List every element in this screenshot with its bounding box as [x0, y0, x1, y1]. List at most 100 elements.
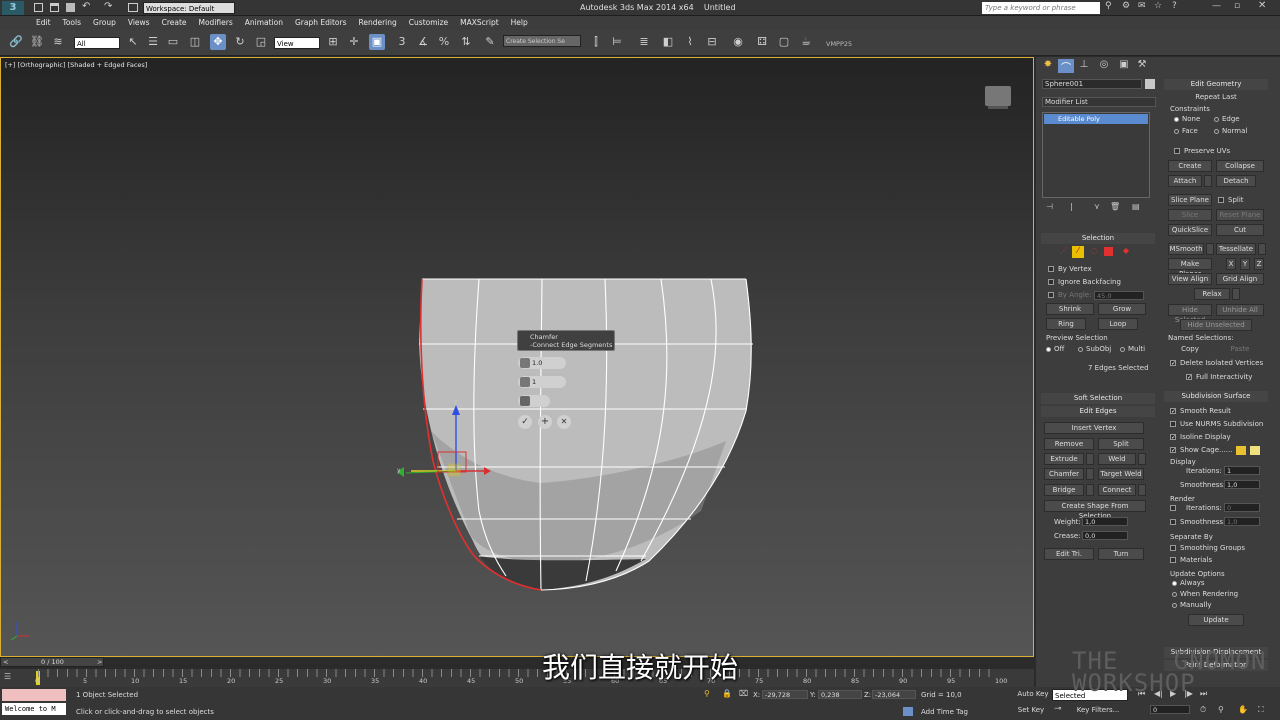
schematic-view-icon[interactable]: ⊟: [704, 34, 720, 50]
viewport[interactable]: [+] [Orthographic] [Shaded + Edged Faces…: [0, 57, 1034, 657]
unlink-icon[interactable]: ⛓: [29, 34, 45, 50]
border-mode-icon[interactable]: ◌: [1088, 246, 1100, 258]
extrude-settings-icon[interactable]: [1086, 453, 1094, 465]
grid-align-button[interactable]: Grid Align: [1216, 273, 1264, 285]
named-selection-set-dropdown[interactable]: Create Selection Se: [503, 35, 581, 47]
delete-isolated-checkbox[interactable]: ✓: [1170, 360, 1176, 367]
connect-button[interactable]: Connect: [1098, 484, 1136, 496]
render-setup-icon[interactable]: ⚃: [754, 34, 770, 50]
use-nurms-checkbox[interactable]: [1170, 421, 1176, 427]
unhide-all-button[interactable]: Unhide All: [1216, 304, 1264, 316]
constraint-edge-radio[interactable]: [1214, 117, 1219, 122]
msmooth-settings-icon[interactable]: [1206, 243, 1214, 255]
planar-y-button[interactable]: Y: [1240, 258, 1250, 270]
hide-unselected-button[interactable]: Hide Unselected: [1180, 319, 1252, 331]
favorites-icon[interactable]: ☆: [1154, 1, 1162, 11]
layer-explorer-icon[interactable]: ◧: [660, 34, 676, 50]
snaps-toggle-icon[interactable]: 3: [394, 34, 410, 50]
detach-button[interactable]: Detach: [1216, 175, 1256, 187]
edge-mode-icon[interactable]: ⁄: [1072, 246, 1084, 258]
relax-button[interactable]: Relax: [1194, 288, 1230, 300]
render-iterations-checkbox[interactable]: [1170, 505, 1176, 511]
target-weld-button[interactable]: Target Weld: [1098, 468, 1144, 480]
preview-subobj-radio[interactable]: [1078, 347, 1083, 352]
smoothing-groups-checkbox[interactable]: [1170, 545, 1176, 551]
render-smoothness-spinner[interactable]: 1,0: [1224, 517, 1260, 526]
redo-icon[interactable]: ↷: [104, 1, 112, 12]
caddy-segments-field[interactable]: 1: [518, 376, 566, 388]
select-and-link-icon[interactable]: 🔗: [8, 34, 24, 50]
full-interactivity-checkbox[interactable]: ✓: [1186, 374, 1192, 381]
update-when-rendering-radio[interactable]: [1172, 592, 1177, 597]
attach-settings-icon[interactable]: [1204, 175, 1212, 187]
create-button[interactable]: Create: [1168, 160, 1212, 172]
weight-spinner[interactable]: 1,0: [1082, 517, 1128, 526]
menu-modifiers[interactable]: Modifiers: [193, 16, 239, 30]
planar-x-button[interactable]: X: [1226, 258, 1236, 270]
repeat-last-button[interactable]: Repeat Last: [1168, 92, 1264, 104]
select-and-move-icon[interactable]: ✥: [210, 34, 226, 50]
hierarchy-tab-icon[interactable]: ⊥: [1076, 59, 1092, 73]
reset-plane-button[interactable]: Reset Plane: [1216, 209, 1264, 221]
absolute-mode-icon[interactable]: ⌧: [739, 689, 748, 698]
spinner-snap-icon[interactable]: ⇅: [458, 34, 474, 50]
edit-edges-rollout-header[interactable]: Edit Edges: [1041, 406, 1155, 417]
planar-z-button[interactable]: Z: [1254, 258, 1264, 270]
shrink-button[interactable]: Shrink: [1046, 303, 1094, 315]
slice-plane-button[interactable]: Slice Plane: [1168, 194, 1212, 206]
z-coordinate-field[interactable]: -23,064: [872, 690, 916, 699]
by-angle-checkbox[interactable]: [1048, 292, 1054, 298]
connect-settings-icon[interactable]: [1138, 484, 1146, 496]
app-logo-icon[interactable]: 3: [2, 1, 24, 15]
y-coordinate-field[interactable]: 0,238: [818, 690, 862, 699]
preview-multi-radio[interactable]: [1120, 347, 1125, 352]
weld-settings-icon[interactable]: [1138, 453, 1146, 465]
remove-modifier-icon[interactable]: 🗑: [1110, 202, 1120, 211]
make-unique-icon[interactable]: ⋎: [1094, 202, 1100, 211]
rendered-frame-window-icon[interactable]: ▢: [776, 34, 792, 50]
make-planar-button[interactable]: Make Planar: [1168, 258, 1212, 278]
menu-maxscript[interactable]: MAXScript: [454, 16, 505, 30]
reference-coordinate-dropdown[interactable]: View: [274, 37, 320, 49]
select-and-manipulate-icon[interactable]: ✛: [346, 34, 362, 50]
communication-icon[interactable]: ✉: [1138, 1, 1146, 11]
relax-settings-icon[interactable]: [1232, 288, 1240, 300]
vertex-mode-icon[interactable]: ⋰: [1058, 246, 1070, 258]
scene-explorer-icon[interactable]: ≣: [636, 34, 652, 50]
configure-sets-icon[interactable]: ▤: [1132, 202, 1140, 211]
paste-button[interactable]: Paste: [1216, 344, 1264, 356]
collapse-button[interactable]: Collapse: [1216, 160, 1264, 172]
menu-create[interactable]: Create: [156, 16, 193, 30]
time-tag-icon[interactable]: [903, 707, 913, 716]
extrude-button[interactable]: Extrude: [1044, 453, 1084, 465]
edit-named-selection-icon[interactable]: ✎: [482, 34, 498, 50]
select-and-scale-icon[interactable]: ◲: [253, 34, 269, 50]
menu-graph-editors[interactable]: Graph Editors: [289, 16, 353, 30]
modifier-list-dropdown[interactable]: Modifier List: [1042, 97, 1156, 107]
isolate-selection-icon[interactable]: ⚲: [704, 689, 710, 698]
modifier-stack[interactable]: Editable Poly: [1042, 112, 1150, 198]
pin-stack-icon[interactable]: ⊣: [1046, 202, 1053, 211]
restore-icon[interactable]: ▫: [1234, 1, 1240, 11]
render-iterations-spinner[interactable]: 0: [1224, 503, 1260, 512]
slice-button[interactable]: Slice: [1168, 209, 1212, 221]
loop-button[interactable]: Loop: [1098, 318, 1138, 330]
bridge-settings-icon[interactable]: [1086, 484, 1094, 496]
hide-selected-button[interactable]: Hide Selected: [1168, 304, 1212, 324]
menu-help[interactable]: Help: [505, 16, 534, 30]
preview-off-radio[interactable]: [1046, 347, 1051, 352]
align-icon[interactable]: ⊨: [609, 34, 625, 50]
display-iterations-spinner[interactable]: 1: [1224, 466, 1260, 475]
ignore-backfacing-checkbox[interactable]: [1048, 279, 1054, 285]
select-and-rotate-icon[interactable]: ↻: [232, 34, 248, 50]
cage-selection-color-swatch[interactable]: [1250, 446, 1260, 455]
menu-rendering[interactable]: Rendering: [352, 16, 402, 30]
maxscript-mini-listener[interactable]: [2, 689, 66, 701]
tessellate-button[interactable]: Tessellate: [1216, 243, 1256, 255]
display-tab-icon[interactable]: ▣: [1116, 59, 1132, 73]
bind-space-warp-icon[interactable]: ≋: [50, 34, 66, 50]
material-editor-icon[interactable]: ◉: [730, 34, 746, 50]
cage-color-swatch[interactable]: [1236, 446, 1246, 455]
help-icon[interactable]: ?: [1172, 1, 1177, 11]
maxscript-listener-field[interactable]: Welcome to M: [2, 703, 66, 715]
